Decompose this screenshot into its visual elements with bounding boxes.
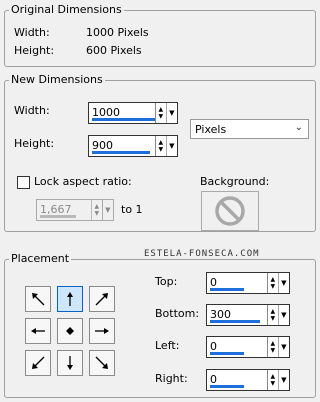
height-spinner[interactable]: 900 ▲ ▼ ▼ <box>88 135 178 157</box>
bottom-spin-arrows[interactable]: ▲ ▼ <box>268 305 279 325</box>
anchor-center[interactable] <box>57 318 83 344</box>
top-spin-arrows[interactable]: ▲ ▼ <box>268 273 279 293</box>
right-spin-arrows[interactable]: ▲ ▼ <box>268 370 279 390</box>
new-width-label-text: Width: <box>14 104 50 117</box>
units-select[interactable]: Pixels ⌄ <box>190 119 309 139</box>
watermark-text: ESTELA-FONSECA.COM <box>144 249 260 259</box>
width-spin-arrows[interactable]: ▲ ▼ <box>156 103 167 123</box>
width-spinner[interactable]: 1000 ▲ ▼ ▼ <box>88 102 178 124</box>
anchor-bottom-center[interactable] <box>57 350 83 376</box>
up-arrow-icon[interactable]: ▲ <box>94 203 99 210</box>
top-spinner-slider[interactable] <box>210 288 244 291</box>
diamond-icon <box>66 327 74 335</box>
anchor-top-left[interactable] <box>25 286 51 312</box>
up-arrow-icon[interactable]: ▲ <box>270 340 275 347</box>
down-arrow-icon[interactable]: ▼ <box>270 283 275 290</box>
down-arrow-icon[interactable]: ▼ <box>270 380 275 387</box>
original-width-label: Width: <box>14 26 50 39</box>
bottom-spinner-slider[interactable] <box>210 320 260 323</box>
right-spinner[interactable]: 0 ▲ ▼ ▼ <box>206 369 290 391</box>
aspect-ratio-spinner[interactable]: 1,667 ▲ ▼ ▼ <box>36 199 114 221</box>
up-arrow-icon[interactable]: ▲ <box>158 106 163 113</box>
ratio-dropdown-icon[interactable]: ▼ <box>103 200 113 220</box>
no-color-icon <box>215 196 245 226</box>
height-dropdown-icon[interactable]: ▼ <box>167 136 177 156</box>
anchor-top-right[interactable] <box>89 286 115 312</box>
units-select-value: Pixels <box>195 123 227 136</box>
new-height-label-text: Height: <box>14 137 55 150</box>
arrow-down-left-icon <box>32 356 45 369</box>
height-spinner-slider[interactable] <box>92 151 150 154</box>
left-spin-arrows[interactable]: ▲ ▼ <box>268 337 279 357</box>
anchor-top-center[interactable] <box>57 286 83 312</box>
right-label: Right: <box>155 372 188 385</box>
arrow-down-icon <box>67 356 73 370</box>
left-spinner[interactable]: 0 ▲ ▼ ▼ <box>206 336 290 358</box>
up-arrow-icon[interactable]: ▲ <box>270 276 275 283</box>
anchor-bottom-right[interactable] <box>89 350 115 376</box>
down-arrow-icon[interactable]: ▼ <box>270 315 275 322</box>
left-dropdown-icon[interactable]: ▼ <box>279 337 289 357</box>
placement-title: Placement <box>9 252 72 265</box>
bottom-label: Bottom: <box>155 307 200 320</box>
to-one-label: to 1 <box>121 203 143 216</box>
ratio-spin-arrows[interactable]: ▲ ▼ <box>92 200 103 220</box>
original-height-value: 600 Pixels <box>86 44 142 57</box>
new-height-label: Height: <box>14 137 54 151</box>
background-label: Background: <box>200 175 270 188</box>
lock-aspect-label[interactable]: Lock aspect ratio: <box>34 175 132 189</box>
down-arrow-icon[interactable]: ▼ <box>270 347 275 354</box>
original-dimensions-title: Original Dimensions <box>9 3 124 16</box>
arrow-up-icon <box>67 292 73 306</box>
right-dropdown-icon[interactable]: ▼ <box>279 370 289 390</box>
arrow-up-left-icon <box>32 293 45 306</box>
lock-aspect-checkbox[interactable] <box>17 176 30 189</box>
down-arrow-icon[interactable]: ▼ <box>158 113 163 120</box>
original-dimensions-group <box>4 10 316 67</box>
bottom-dropdown-icon[interactable]: ▼ <box>279 305 289 325</box>
original-height-label: Height: <box>14 44 55 57</box>
up-arrow-icon[interactable]: ▲ <box>270 308 275 315</box>
width-dropdown-icon[interactable]: ▼ <box>167 103 177 123</box>
background-color-swatch[interactable] <box>201 191 259 231</box>
top-dropdown-icon[interactable]: ▼ <box>279 273 289 293</box>
aspect-ratio-slider[interactable] <box>40 215 76 218</box>
top-label: Top: <box>155 275 178 288</box>
up-arrow-icon[interactable]: ▲ <box>270 373 275 380</box>
down-arrow-icon[interactable]: ▼ <box>94 210 99 217</box>
arrow-down-right-icon <box>95 356 108 369</box>
arrow-right-icon <box>95 328 109 334</box>
anchor-middle-right[interactable] <box>89 318 115 344</box>
right-spinner-slider[interactable] <box>210 385 244 388</box>
width-spinner-slider[interactable] <box>92 118 156 121</box>
new-width-label: Width: <box>14 104 50 118</box>
left-label: Left: <box>155 339 180 352</box>
arrow-left-icon <box>31 328 45 334</box>
anchor-bottom-left[interactable] <box>25 350 51 376</box>
down-arrow-icon[interactable]: ▼ <box>158 146 163 153</box>
up-arrow-icon[interactable]: ▲ <box>158 139 163 146</box>
new-dimensions-title: New Dimensions <box>9 73 105 86</box>
height-spin-arrows[interactable]: ▲ ▼ <box>156 136 167 156</box>
anchor-middle-left[interactable] <box>25 318 51 344</box>
top-spinner[interactable]: 0 ▲ ▼ ▼ <box>206 272 290 294</box>
arrow-up-right-icon <box>95 293 108 306</box>
original-width-value: 1000 Pixels <box>86 26 149 39</box>
left-spinner-slider[interactable] <box>210 352 244 355</box>
chevron-down-icon: ⌄ <box>294 122 303 133</box>
bottom-spinner[interactable]: 300 ▲ ▼ ▼ <box>206 304 290 326</box>
